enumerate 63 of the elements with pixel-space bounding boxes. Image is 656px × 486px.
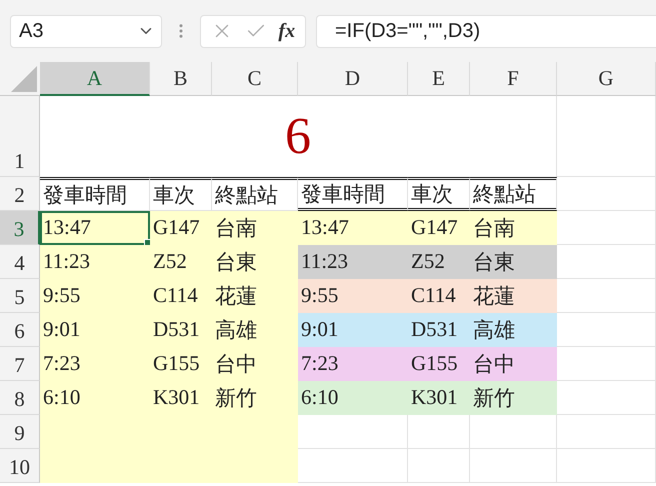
table-cell: 11:23 [298,245,408,279]
table-cell: 9:01 [298,313,408,347]
table-cell: D531 [150,313,212,347]
table-cell: 13:47 [298,211,408,245]
table-cell: C114 [150,279,212,313]
column-header[interactable]: G [557,62,656,96]
row-header[interactable]: 9 [0,415,40,449]
header-cell: 發車時間 [298,177,408,211]
column-header[interactable]: C [212,62,298,96]
column-header[interactable]: D [298,62,408,96]
table-cell: 6:10 [40,381,150,415]
table-cell: G147 [150,211,212,245]
table-cell: 新竹 [470,381,557,415]
header-cell: 終點站 [470,177,557,211]
row-header[interactable]: 6 [0,313,40,347]
select-all-icon[interactable] [11,66,37,92]
header-cell: 發車時間 [40,177,150,211]
header-cell: 終點站 [212,177,298,211]
table-cell: 9:01 [40,313,150,347]
table-cell: 花蓮 [470,279,557,313]
row-header[interactable]: 2 [0,177,40,211]
table-cell: 高雄 [470,313,557,347]
column-header[interactable]: B [150,62,212,96]
table-cell: 11:23 [40,245,150,279]
insert-function-button[interactable]: fx [278,20,296,42]
column-header[interactable]: A [40,62,150,96]
row-header[interactable]: 7 [0,347,40,381]
column-header[interactable]: F [470,62,557,96]
row-header[interactable]: 4 [0,245,40,279]
table-cell: 台南 [470,211,557,245]
table-cell: 6:10 [298,381,408,415]
table-cell: 9:55 [298,279,408,313]
row-header[interactable]: 10 [0,449,40,483]
table-cell: G155 [150,347,212,381]
table-cell: 台東 [470,245,557,279]
table-cell: K301 [408,381,470,415]
table-cell: 台南 [212,211,298,245]
row-header[interactable]: 5 [0,279,40,313]
table-cell: 台中 [470,347,557,381]
name-box[interactable]: A3 [10,14,162,48]
table-cell: 高雄 [212,313,298,347]
row-header[interactable]: 1 [0,96,40,177]
table-cell: 7:23 [40,347,150,381]
table-cell: 新竹 [212,381,298,415]
header-cell: 車次 [408,177,470,211]
table-cell: Z52 [408,245,470,279]
table-cell: K301 [150,381,212,415]
table-cell: D531 [408,313,470,347]
table-cell: 台東 [212,245,298,279]
table-cell: 9:55 [40,279,150,313]
row-header[interactable]: 8 [0,381,40,415]
table-cell: 13:47 [40,211,150,245]
table-cell: C114 [408,279,470,313]
table-cell: G155 [408,347,470,381]
table-cell: 7:23 [298,347,408,381]
header-cell: 車次 [150,177,212,211]
row-header[interactable]: 3 [0,211,40,245]
table-cell: 台中 [212,347,298,381]
column-header[interactable]: E [408,62,470,96]
formula-field[interactable]: =IF(D3="","",D3) [316,14,656,48]
table-cell: 花蓮 [212,279,298,313]
table-cell: Z52 [150,245,212,279]
table-cell: G147 [408,211,470,245]
